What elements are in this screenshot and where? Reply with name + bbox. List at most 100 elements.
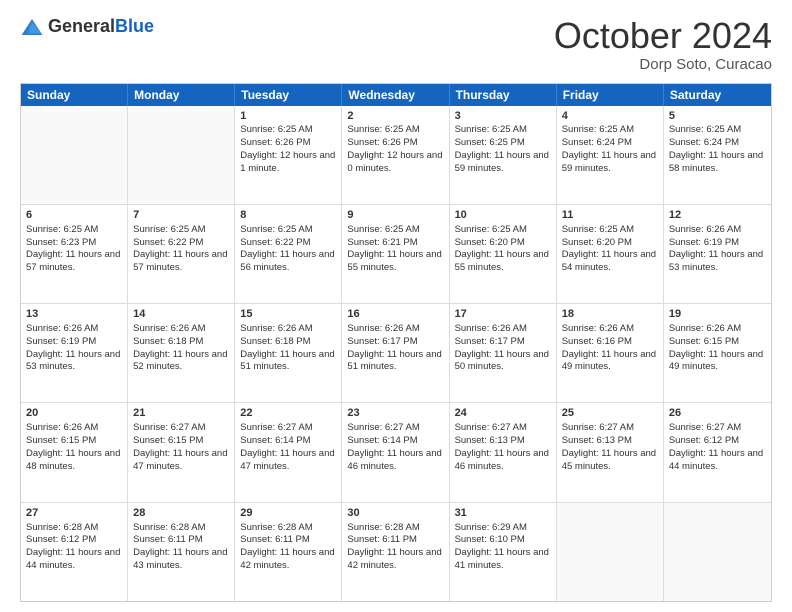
sunrise-text: Sunrise: 6:25 AM <box>347 124 419 135</box>
day-number: 12 <box>669 208 766 223</box>
sunset-text: Sunset: 6:10 PM <box>455 534 525 545</box>
sunrise-text: Sunrise: 6:25 AM <box>669 124 741 135</box>
sunset-text: Sunset: 6:20 PM <box>562 237 632 248</box>
sunset-text: Sunset: 6:20 PM <box>455 237 525 248</box>
day-number: 19 <box>669 307 766 322</box>
logo-blue: Blue <box>115 16 154 36</box>
sunrise-text: Sunrise: 6:26 AM <box>26 422 98 433</box>
daylight-text: Daylight: 11 hours and 48 minutes. <box>26 448 120 472</box>
sunrise-text: Sunrise: 6:27 AM <box>455 422 527 433</box>
daylight-text: Daylight: 11 hours and 53 minutes. <box>669 249 763 273</box>
logo: GeneralBlue <box>20 16 154 37</box>
calendar-cell: 21Sunrise: 6:27 AMSunset: 6:15 PMDayligh… <box>128 403 235 501</box>
sunset-text: Sunset: 6:14 PM <box>240 435 310 446</box>
sunset-text: Sunset: 6:11 PM <box>133 534 203 545</box>
sunrise-text: Sunrise: 6:29 AM <box>455 522 527 533</box>
sunrise-text: Sunrise: 6:25 AM <box>562 124 634 135</box>
calendar-cell: 8Sunrise: 6:25 AMSunset: 6:22 PMDaylight… <box>235 205 342 303</box>
day-number: 13 <box>26 307 122 322</box>
header-day-monday: Monday <box>128 84 235 106</box>
daylight-text: Daylight: 11 hours and 57 minutes. <box>26 249 120 273</box>
sunset-text: Sunset: 6:23 PM <box>26 237 96 248</box>
sunset-text: Sunset: 6:26 PM <box>240 137 310 148</box>
daylight-text: Daylight: 11 hours and 46 minutes. <box>347 448 441 472</box>
calendar-cell: 28Sunrise: 6:28 AMSunset: 6:11 PMDayligh… <box>128 503 235 601</box>
sunrise-text: Sunrise: 6:25 AM <box>455 224 527 235</box>
calendar-body: 1Sunrise: 6:25 AMSunset: 6:26 PMDaylight… <box>21 106 771 601</box>
calendar-cell: 31Sunrise: 6:29 AMSunset: 6:10 PMDayligh… <box>450 503 557 601</box>
day-number: 29 <box>240 506 336 521</box>
day-number: 16 <box>347 307 443 322</box>
day-number: 31 <box>455 506 551 521</box>
sunrise-text: Sunrise: 6:25 AM <box>133 224 205 235</box>
daylight-text: Daylight: 11 hours and 52 minutes. <box>133 349 227 373</box>
calendar-cell: 30Sunrise: 6:28 AMSunset: 6:11 PMDayligh… <box>342 503 449 601</box>
daylight-text: Daylight: 11 hours and 59 minutes. <box>455 150 549 174</box>
sunset-text: Sunset: 6:18 PM <box>133 336 203 347</box>
logo-text: GeneralBlue <box>48 16 154 37</box>
sunrise-text: Sunrise: 6:28 AM <box>347 522 419 533</box>
sunrise-text: Sunrise: 6:26 AM <box>240 323 312 334</box>
logo-general: General <box>48 16 115 36</box>
calendar-cell: 11Sunrise: 6:25 AMSunset: 6:20 PMDayligh… <box>557 205 664 303</box>
daylight-text: Daylight: 11 hours and 55 minutes. <box>455 249 549 273</box>
daylight-text: Daylight: 11 hours and 44 minutes. <box>669 448 763 472</box>
calendar-cell: 14Sunrise: 6:26 AMSunset: 6:18 PMDayligh… <box>128 304 235 402</box>
daylight-text: Daylight: 11 hours and 58 minutes. <box>669 150 763 174</box>
calendar-cell: 29Sunrise: 6:28 AMSunset: 6:11 PMDayligh… <box>235 503 342 601</box>
sunrise-text: Sunrise: 6:25 AM <box>240 124 312 135</box>
day-number: 23 <box>347 406 443 421</box>
day-number: 24 <box>455 406 551 421</box>
sunrise-text: Sunrise: 6:27 AM <box>133 422 205 433</box>
calendar-cell: 20Sunrise: 6:26 AMSunset: 6:15 PMDayligh… <box>21 403 128 501</box>
day-number: 27 <box>26 506 122 521</box>
calendar-cell <box>21 106 128 204</box>
calendar-row-1: 6Sunrise: 6:25 AMSunset: 6:23 PMDaylight… <box>21 204 771 303</box>
sunrise-text: Sunrise: 6:25 AM <box>562 224 634 235</box>
daylight-text: Daylight: 11 hours and 49 minutes. <box>562 349 656 373</box>
sunset-text: Sunset: 6:24 PM <box>669 137 739 148</box>
header-day-tuesday: Tuesday <box>235 84 342 106</box>
header-day-thursday: Thursday <box>450 84 557 106</box>
calendar-cell: 19Sunrise: 6:26 AMSunset: 6:15 PMDayligh… <box>664 304 771 402</box>
daylight-text: Daylight: 12 hours and 0 minutes. <box>347 150 442 174</box>
title-block: October 2024 Dorp Soto, Curacao <box>554 16 772 73</box>
sunset-text: Sunset: 6:15 PM <box>669 336 739 347</box>
sunrise-text: Sunrise: 6:26 AM <box>26 323 98 334</box>
day-number: 17 <box>455 307 551 322</box>
day-number: 22 <box>240 406 336 421</box>
day-number: 25 <box>562 406 658 421</box>
sunset-text: Sunset: 6:19 PM <box>26 336 96 347</box>
calendar-cell: 17Sunrise: 6:26 AMSunset: 6:17 PMDayligh… <box>450 304 557 402</box>
sunset-text: Sunset: 6:16 PM <box>562 336 632 347</box>
sunrise-text: Sunrise: 6:25 AM <box>347 224 419 235</box>
daylight-text: Daylight: 11 hours and 45 minutes. <box>562 448 656 472</box>
sunset-text: Sunset: 6:14 PM <box>347 435 417 446</box>
day-number: 3 <box>455 109 551 124</box>
daylight-text: Daylight: 11 hours and 57 minutes. <box>133 249 227 273</box>
calendar-cell: 15Sunrise: 6:26 AMSunset: 6:18 PMDayligh… <box>235 304 342 402</box>
calendar-cell: 18Sunrise: 6:26 AMSunset: 6:16 PMDayligh… <box>557 304 664 402</box>
sunset-text: Sunset: 6:22 PM <box>240 237 310 248</box>
sunset-text: Sunset: 6:17 PM <box>455 336 525 347</box>
location-title: Dorp Soto, Curacao <box>554 56 772 73</box>
daylight-text: Daylight: 11 hours and 51 minutes. <box>347 349 441 373</box>
daylight-text: Daylight: 11 hours and 49 minutes. <box>669 349 763 373</box>
sunrise-text: Sunrise: 6:28 AM <box>240 522 312 533</box>
daylight-text: Daylight: 11 hours and 44 minutes. <box>26 547 120 571</box>
header-day-saturday: Saturday <box>664 84 771 106</box>
daylight-text: Daylight: 11 hours and 51 minutes. <box>240 349 334 373</box>
day-number: 20 <box>26 406 122 421</box>
calendar-cell <box>557 503 664 601</box>
daylight-text: Daylight: 11 hours and 59 minutes. <box>562 150 656 174</box>
calendar-cell: 26Sunrise: 6:27 AMSunset: 6:12 PMDayligh… <box>664 403 771 501</box>
sunset-text: Sunset: 6:26 PM <box>347 137 417 148</box>
calendar-cell: 24Sunrise: 6:27 AMSunset: 6:13 PMDayligh… <box>450 403 557 501</box>
sunrise-text: Sunrise: 6:25 AM <box>26 224 98 235</box>
calendar-cell: 5Sunrise: 6:25 AMSunset: 6:24 PMDaylight… <box>664 106 771 204</box>
daylight-text: Daylight: 11 hours and 42 minutes. <box>240 547 334 571</box>
day-number: 11 <box>562 208 658 223</box>
daylight-text: Daylight: 11 hours and 47 minutes. <box>240 448 334 472</box>
sunrise-text: Sunrise: 6:26 AM <box>133 323 205 334</box>
sunrise-text: Sunrise: 6:28 AM <box>26 522 98 533</box>
